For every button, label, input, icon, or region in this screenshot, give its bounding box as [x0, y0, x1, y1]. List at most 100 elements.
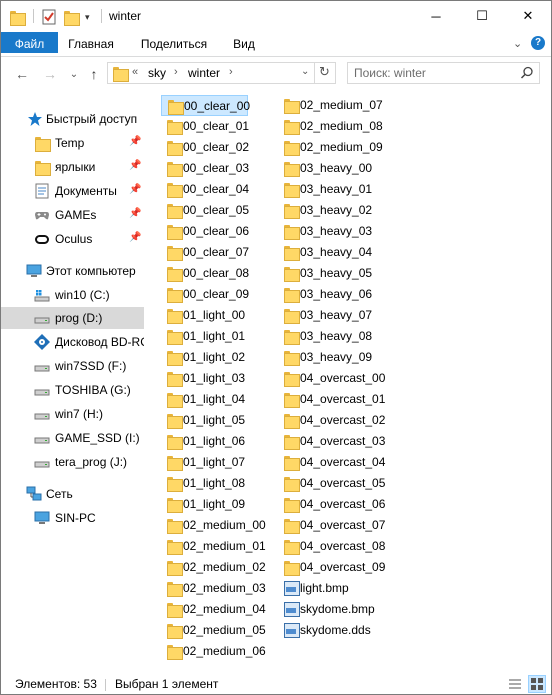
- folder-item[interactable]: 01_light_04: [161, 389, 248, 410]
- folder-item[interactable]: 00_clear_07: [161, 242, 249, 263]
- pin-icon[interactable]: 📌: [129, 232, 141, 243]
- sidebar-item-drive-h[interactable]: win7 (H:): [1, 403, 144, 425]
- folder-item[interactable]: 02_medium_07: [278, 95, 383, 116]
- pin-icon[interactable]: 📌: [129, 136, 141, 147]
- folder-item[interactable]: 02_medium_04: [161, 599, 266, 620]
- folder-item[interactable]: 04_overcast_02: [278, 410, 385, 431]
- maximize-button[interactable]: ☐: [459, 1, 505, 31]
- pin-icon[interactable]: 📌: [129, 208, 141, 219]
- folder-item[interactable]: 00_clear_04: [161, 179, 249, 200]
- folder-item[interactable]: 02_medium_03: [161, 578, 266, 599]
- breadcrumb-sky[interactable]: sky: [148, 66, 166, 80]
- large-icons-view-icon[interactable]: [528, 675, 546, 693]
- folder-item[interactable]: 03_heavy_02: [278, 200, 383, 221]
- folder-item[interactable]: 04_overcast_04: [278, 452, 385, 473]
- folder-item[interactable]: 00_clear_08: [161, 263, 249, 284]
- folder-item[interactable]: 03_heavy_09: [278, 347, 383, 368]
- file-item[interactable]: skydome.dds: [278, 620, 383, 641]
- folder-item[interactable]: 02_medium_08: [278, 116, 383, 137]
- help-icon[interactable]: ?: [531, 36, 545, 50]
- sidebar-item-games[interactable]: GAMEs 📌: [1, 204, 144, 226]
- folder-item[interactable]: 02_medium_05: [161, 620, 266, 641]
- folder-item[interactable]: 03_heavy_07: [278, 305, 383, 326]
- file-item[interactable]: skydome.bmp: [278, 599, 383, 620]
- pin-icon[interactable]: 📌: [129, 160, 141, 171]
- sidebar-item-drive-g[interactable]: TOSHIBA (G:): [1, 379, 144, 401]
- sidebar-item-quick-access[interactable]: Быстрый доступ: [1, 108, 144, 130]
- sidebar-item-bd-drive[interactable]: Дисковод BD-RC: [1, 331, 144, 353]
- folder-item[interactable]: 04_overcast_07: [278, 515, 385, 536]
- folder-item[interactable]: 04_overcast_08: [278, 536, 385, 557]
- folder-item[interactable]: 02_medium_09: [278, 137, 383, 158]
- folder-item[interactable]: 00_clear_03: [161, 158, 249, 179]
- folder-item[interactable]: 01_light_03: [161, 368, 248, 389]
- tab-view[interactable]: Вид: [227, 32, 261, 57]
- pin-icon[interactable]: 📌: [129, 184, 141, 195]
- minimize-button[interactable]: ─: [413, 1, 459, 31]
- sidebar-item-this-pc[interactable]: Этот компьютер: [1, 260, 144, 282]
- search-input[interactable]: [354, 65, 514, 81]
- up-arrow-icon[interactable]: ↑: [85, 65, 103, 83]
- breadcrumb-winter[interactable]: winter: [188, 66, 220, 80]
- folder-item[interactable]: 04_overcast_00: [278, 368, 385, 389]
- details-view-icon[interactable]: [507, 676, 523, 692]
- sidebar-item-network[interactable]: Сеть: [1, 483, 144, 505]
- folder-item[interactable]: 04_overcast_05: [278, 473, 385, 494]
- ribbon-expand-icon[interactable]: ⌄: [513, 37, 522, 50]
- tab-file[interactable]: Файл: [1, 32, 58, 53]
- back-arrow-icon[interactable]: ←: [13, 65, 31, 83]
- sidebar-item-sin-pc[interactable]: SIN-PC: [1, 507, 144, 529]
- folder-item[interactable]: 01_light_01: [161, 326, 248, 347]
- folder-item[interactable]: 01_light_08: [161, 473, 248, 494]
- file-item[interactable]: light.bmp: [278, 578, 383, 599]
- folder-item[interactable]: 01_light_00: [161, 305, 248, 326]
- folder-item[interactable]: 00_clear_02: [161, 137, 249, 158]
- close-button[interactable]: ✕: [505, 1, 551, 31]
- recent-locations-chevron-icon[interactable]: ⌄: [65, 65, 83, 83]
- refresh-icon[interactable]: ↻: [319, 64, 330, 80]
- customize-toolbar-chevron-icon[interactable]: ▾: [85, 7, 90, 27]
- folder-item[interactable]: 01_light_06: [161, 431, 248, 452]
- sidebar-item-drive-i[interactable]: GAME_SSD (I:): [1, 427, 144, 449]
- folder-item[interactable]: 01_light_02: [161, 347, 248, 368]
- search-box[interactable]: [347, 62, 540, 84]
- tab-share[interactable]: Поделиться: [135, 32, 213, 57]
- breadcrumb-overflow-icon[interactable]: «: [132, 66, 138, 78]
- search-icon[interactable]: [520, 66, 534, 80]
- folder-item[interactable]: 00_clear_01: [161, 116, 249, 137]
- sidebar-item-drive-d[interactable]: prog (D:): [1, 307, 144, 329]
- sidebar-item-drive-j[interactable]: tera_prog (J:): [1, 451, 144, 473]
- folder-item[interactable]: 04_overcast_06: [278, 494, 385, 515]
- folder-item[interactable]: 01_light_09: [161, 494, 248, 515]
- folder-item[interactable]: 01_light_05: [161, 410, 248, 431]
- sidebar-item-drive-c[interactable]: win10 (C:): [1, 284, 144, 306]
- folder-item[interactable]: 03_heavy_03: [278, 221, 383, 242]
- sidebar-item-documents[interactable]: Документы 📌: [1, 180, 144, 202]
- folder-item[interactable]: 00_clear_05: [161, 200, 249, 221]
- folder-item[interactable]: 00_clear_06: [161, 221, 249, 242]
- forward-arrow-icon[interactable]: →: [41, 65, 59, 83]
- folder-item[interactable]: 02_medium_06: [161, 641, 266, 662]
- folder-item[interactable]: 04_overcast_09: [278, 557, 385, 578]
- folder-item[interactable]: 00_clear_09: [161, 284, 249, 305]
- sidebar-item-drive-f[interactable]: win7SSD (F:): [1, 355, 144, 377]
- sidebar-item-shortcuts[interactable]: ярлыки 📌: [1, 156, 144, 178]
- folder-item[interactable]: 02_medium_02: [161, 557, 266, 578]
- folder-item[interactable]: 03_heavy_06: [278, 284, 383, 305]
- folder-item[interactable]: 03_heavy_00: [278, 158, 383, 179]
- folder-item[interactable]: 02_medium_00: [161, 515, 266, 536]
- folder-item[interactable]: 03_heavy_01: [278, 179, 383, 200]
- folder-item[interactable]: 00_clear_00: [161, 95, 250, 116]
- folder-item[interactable]: 01_light_07: [161, 452, 248, 473]
- sidebar-item-oculus[interactable]: Oculus 📌: [1, 228, 144, 250]
- folder-item[interactable]: 04_overcast_01: [278, 389, 385, 410]
- folder-item[interactable]: 04_overcast_03: [278, 431, 385, 452]
- sidebar-item-temp[interactable]: Temp 📌: [1, 132, 144, 154]
- folder-item[interactable]: 03_heavy_05: [278, 263, 383, 284]
- folder-item[interactable]: 03_heavy_08: [278, 326, 383, 347]
- properties-icon[interactable]: [41, 7, 57, 27]
- folder-item[interactable]: 03_heavy_04: [278, 242, 383, 263]
- folder-item[interactable]: 02_medium_01: [161, 536, 266, 557]
- tab-home[interactable]: Главная: [62, 32, 120, 57]
- new-folder-icon[interactable]: [63, 7, 80, 27]
